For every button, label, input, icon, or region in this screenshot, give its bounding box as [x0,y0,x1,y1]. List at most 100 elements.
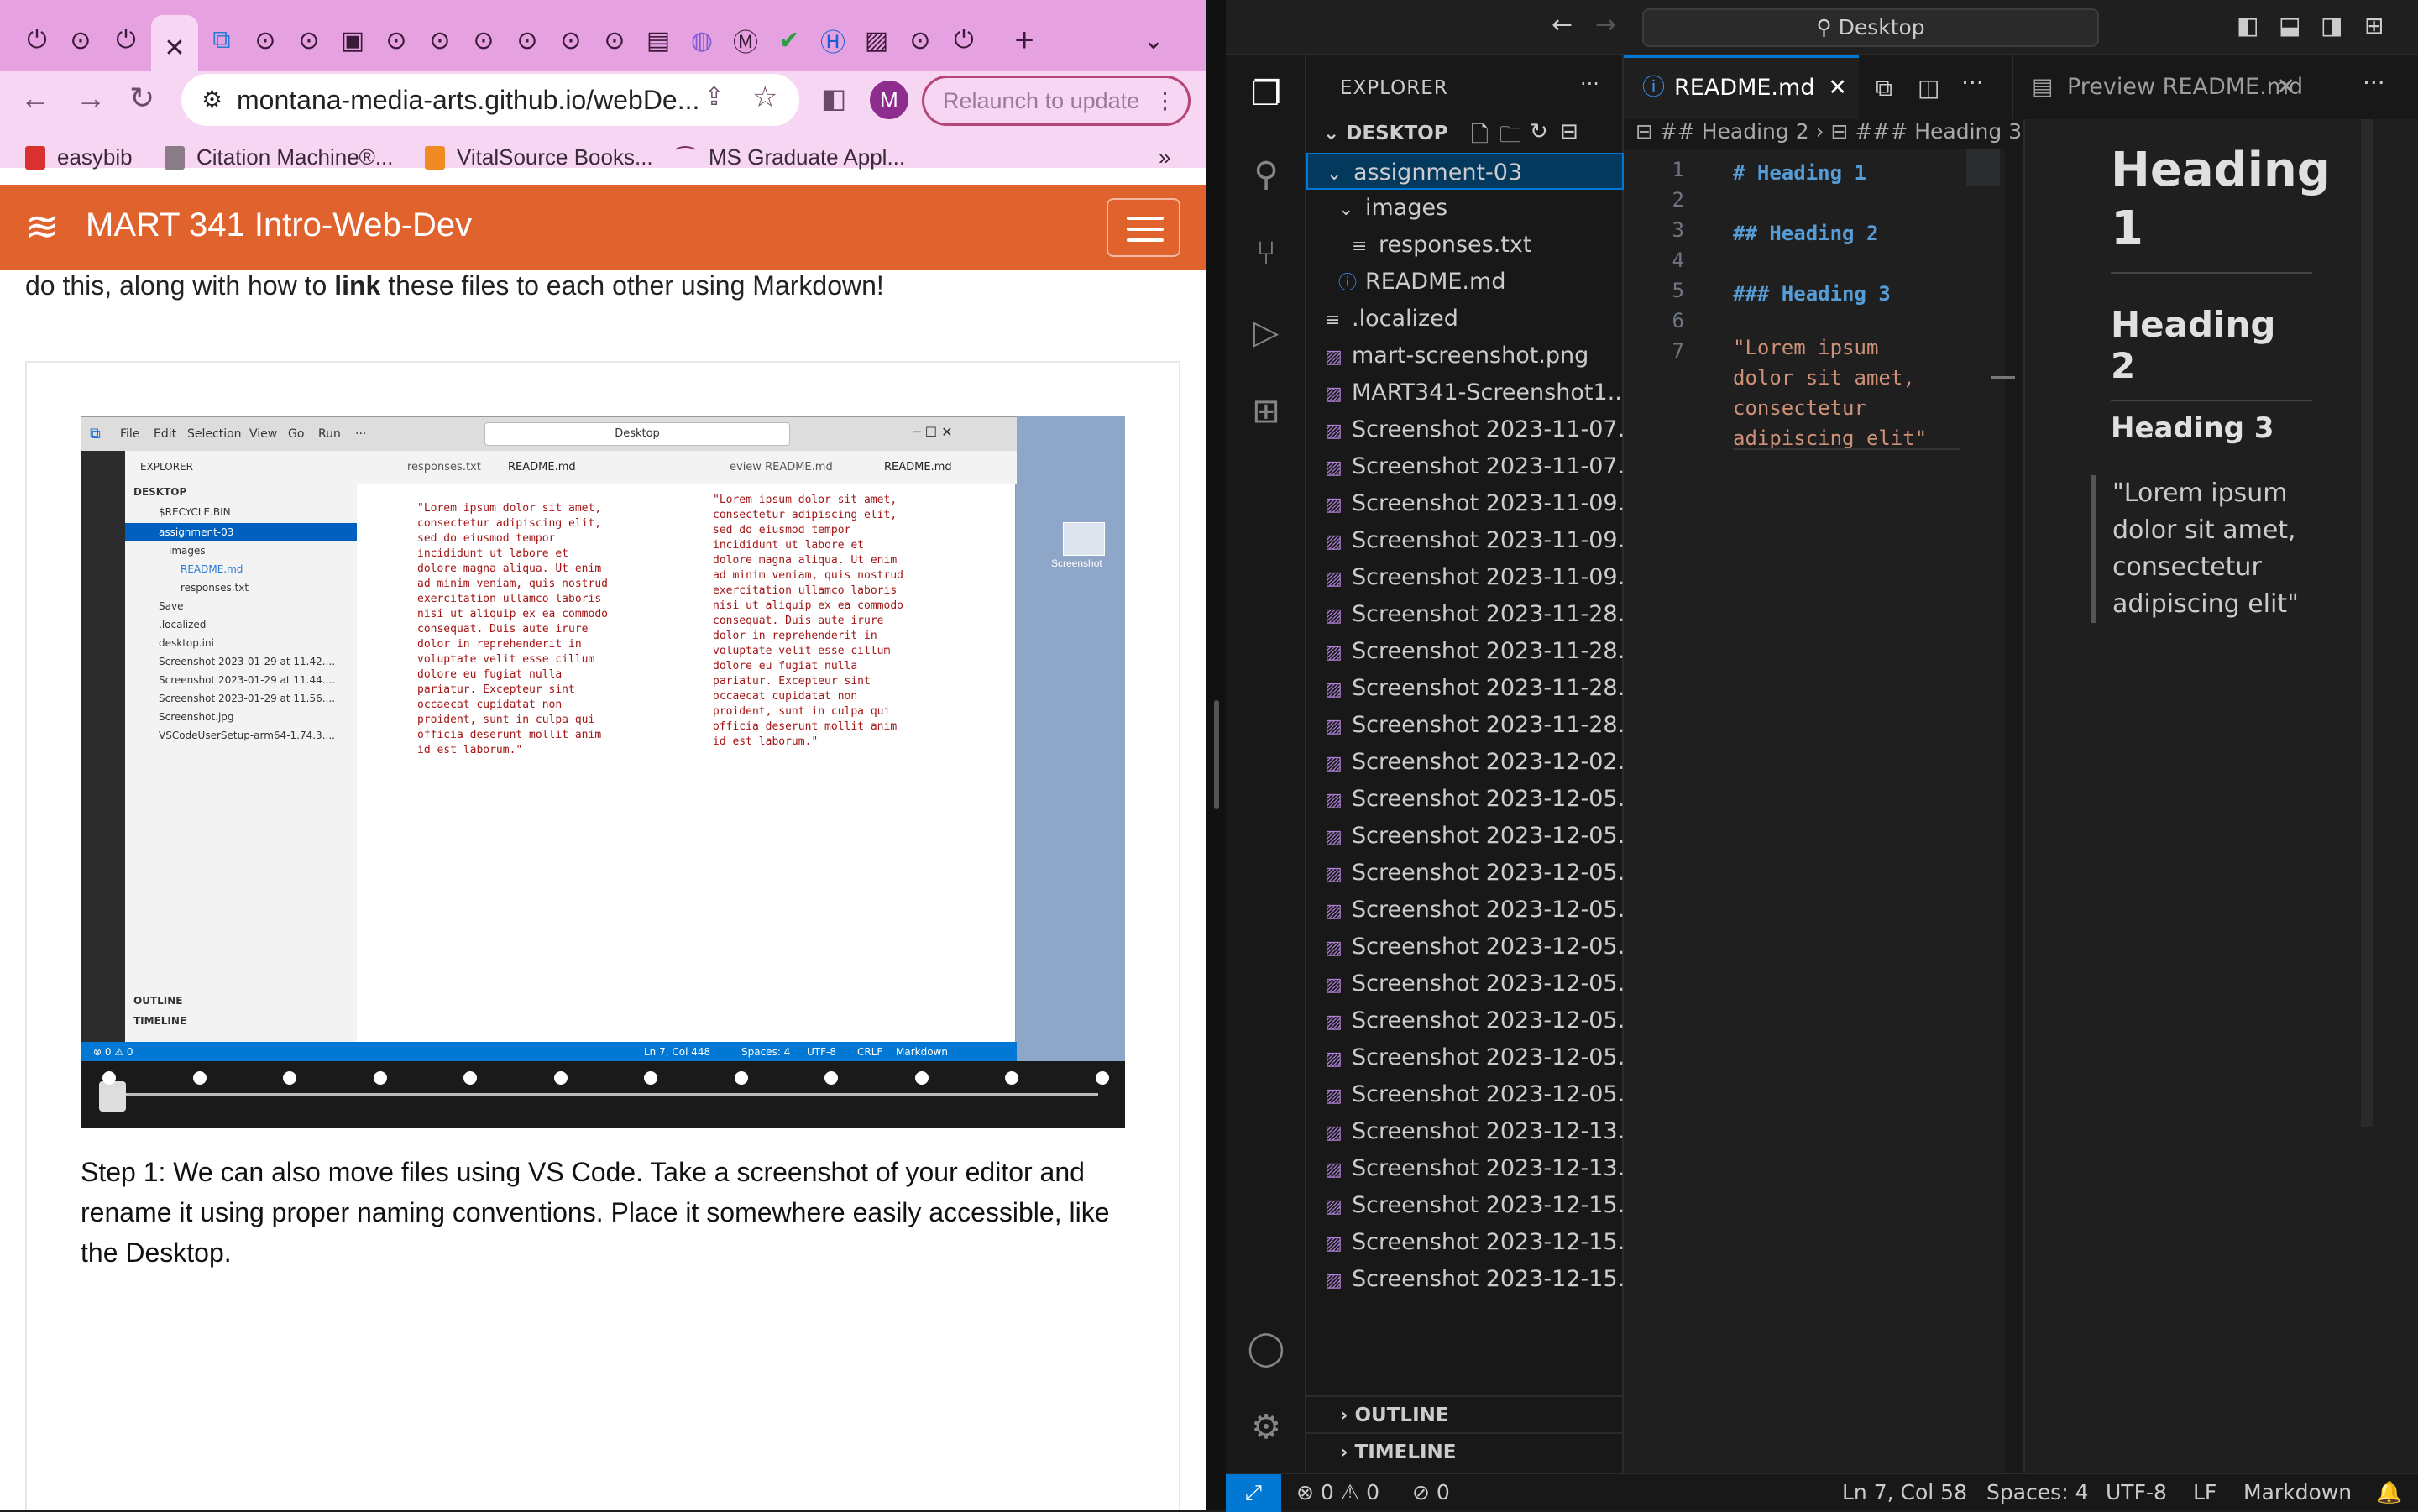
accounts-icon[interactable]: ◯ [1244,1326,1288,1370]
tree-file[interactable]: ▨ mart-screenshot.png [1306,337,1624,374]
manage-gear-icon[interactable]: ⚙ [1244,1405,1288,1449]
customize-layout-icon[interactable]: ⊞ [2364,12,2384,39]
tree-file[interactable]: ▨ Screenshot 2023-11-09... [1306,522,1624,559]
carousel-dot[interactable] [192,1071,207,1085]
tree-file[interactable]: ≡ responses.txt [1306,227,1624,264]
side-panel-icon[interactable]: ◧ [821,82,846,114]
minimap[interactable] [1966,149,2000,186]
new-file-icon[interactable]: 🗋 [1471,119,1489,156]
close-tab-icon[interactable]: ✕ [2276,55,2295,119]
tree-file[interactable]: ▨ Screenshot 2023-12-15... [1306,1187,1624,1224]
tree-file[interactable]: ▨ MART341-Screenshot1.... [1306,374,1624,411]
tree-file[interactable]: ▨ Screenshot 2023-12-05... [1306,965,1624,1002]
refresh-icon[interactable]: ↻ [1530,119,1548,144]
carousel-dot[interactable] [102,1071,116,1085]
share-icon[interactable]: ⇪ [704,82,725,112]
tree-folder[interactable]: ⌄ assignment-03 [1306,153,1624,190]
tab-markdown-icon[interactable]: ▣ [332,18,373,62]
tab-github-icon[interactable]: ⊙ [463,18,504,62]
bookmarks-overflow-icon[interactable]: » [1159,144,1170,170]
toggle-panel-icon[interactable]: ⬓ [2279,12,2300,39]
tree-file[interactable]: ▨ Screenshot 2023-12-13... [1306,1150,1624,1187]
tab-power-icon[interactable]: ⏻ [944,18,984,62]
tab-github-icon[interactable]: ⊙ [507,18,547,62]
tab-github-icon[interactable]: ⊙ [594,18,635,62]
breadcrumb-heading-2[interactable]: ## Heading 2 [1660,119,1809,144]
tab-h-icon[interactable]: Ⓗ [813,18,853,62]
tree-file[interactable]: ▨ Screenshot 2023-11-09... [1306,559,1624,596]
carousel-dot[interactable] [734,1071,748,1085]
tab-power-icon[interactable]: ⏻ [106,18,146,62]
close-tab-icon[interactable]: ✕ [1828,58,1847,118]
desktop-folder-header[interactable]: ⌄ DESKTOP [1323,123,1448,144]
bookmark-citation-machine[interactable]: Citation Machine®... [165,144,393,170]
tree-file[interactable]: ≡ .localized [1306,301,1624,337]
tree-file[interactable]: ▨ Screenshot 2023-12-05... [1306,1039,1624,1076]
tab-power-icon[interactable]: ⏻ [17,18,57,62]
explorer-icon[interactable]: ❐ [1244,72,1288,116]
preview-more-icon[interactable]: ··· [2363,69,2385,97]
search-icon[interactable]: ⚲ [1244,153,1288,196]
tree-file[interactable]: ▨ Screenshot 2023-12-05... [1306,1076,1624,1113]
bookmark-vitalsource[interactable]: VitalSource Books... [425,144,653,170]
tree-file[interactable]: ▨ Screenshot 2023-11-28... [1306,633,1624,670]
bookmark-ms-graduate[interactable]: ⁀ MS Graduate Appl... [677,144,905,171]
bookmark-star-icon[interactable]: ☆ [752,81,777,114]
tree-file[interactable]: ▨ Screenshot 2023-11-28... [1306,670,1624,707]
extensions-icon[interactable]: ⊞ [1244,390,1288,433]
tree-file[interactable]: ▨ Screenshot 2023-11-07... [1306,448,1624,485]
remote-indicator-icon[interactable]: ⤢ [1226,1474,1281,1512]
tab-vscode-icon[interactable]: ⧉ [202,18,242,62]
breadcrumb-heading-3[interactable]: ### Heading 3 [1855,119,2022,144]
tree-file[interactable]: ▨ Screenshot 2023-12-05... [1306,892,1624,929]
tree-file[interactable]: ▨ Screenshot 2023-12-05... [1306,929,1624,965]
status-indentation[interactable]: Spaces: 4 [1986,1474,2088,1510]
tree-file[interactable]: ▨ Screenshot 2023-12-13... [1306,1113,1624,1150]
nav-back-icon[interactable]: ← [1552,10,1573,39]
tree-file[interactable]: ▨ Screenshot 2023-12-15... [1306,1261,1624,1298]
carousel-dot[interactable] [1005,1071,1018,1085]
tree-file[interactable]: ▨ Screenshot 2023-12-05... [1306,781,1624,818]
nav-forward-icon[interactable]: → [1595,10,1616,39]
run-debug-icon[interactable]: ▷ [1244,311,1288,354]
carousel-dot[interactable] [373,1071,387,1085]
carousel-dot[interactable] [553,1071,568,1085]
tree-file[interactable]: ▨ Screenshot 2023-11-28... [1306,596,1624,633]
tab-preview-readme[interactable]: ▤ Preview README.md ✕ [2012,55,2305,119]
tree-file[interactable]: ▨ Screenshot 2023-11-28... [1306,707,1624,744]
split-editor-icon[interactable]: ◫ [1918,74,1939,102]
status-cursor-position[interactable]: Ln 7, Col 58 [1842,1474,1967,1510]
relaunch-button[interactable]: Relaunch to update ⋮ [922,76,1191,126]
tab-check-icon[interactable]: ✔ [769,18,809,62]
tab-github-icon[interactable]: ⊙ [420,18,460,62]
back-icon[interactable]: ← [20,81,50,116]
reload-icon[interactable]: ↻ [129,81,154,116]
toggle-secondary-sidebar-icon[interactable]: ◨ [2321,12,2342,39]
tab-image-icon[interactable]: ▨ [856,18,897,62]
toggle-primary-sidebar-icon[interactable]: ◧ [2237,12,2258,39]
tree-folder[interactable]: ⌄ images [1306,190,1624,227]
carousel-dot[interactable] [914,1071,929,1085]
source-control-icon[interactable]: ⑂ [1244,232,1288,275]
site-title[interactable]: MART 341 Intro-Web-Dev [86,207,472,244]
status-eol[interactable]: LF [2193,1474,2216,1510]
editor-more-icon[interactable]: ··· [1961,69,1984,97]
tab-github-icon[interactable]: ⊙ [900,18,940,62]
tree-file[interactable]: ▨ Screenshot 2023-11-09... [1306,485,1624,522]
bookmark-easybib[interactable]: easybib [25,144,133,170]
tab-github-icon[interactable]: ⊙ [289,18,329,62]
status-ports[interactable]: ⊘ 0 [1412,1474,1450,1510]
tree-file[interactable]: ▨ Screenshot 2023-12-05... [1306,818,1624,855]
tree-file[interactable]: ▨ Screenshot 2023-11-07... [1306,411,1624,448]
tab-readme[interactable]: ⓘ README.md ✕ [1624,55,1859,119]
forward-icon[interactable]: → [76,81,106,116]
status-problems[interactable]: ⊗ 0 ⚠ 0 [1296,1474,1379,1510]
tab-github-icon[interactable]: ⊙ [376,18,416,62]
tab-m-icon[interactable]: Ⓜ [725,18,766,62]
status-encoding[interactable]: UTF-8 [2106,1474,2167,1510]
tab-document-icon[interactable]: ▤ [638,18,678,62]
tree-file[interactable]: ▨ Screenshot 2023-12-05... [1306,1002,1624,1039]
tree-file[interactable]: ▨ Screenshot 2023-12-15... [1306,1224,1624,1261]
carousel-dot[interactable] [283,1071,296,1085]
split-handle[interactable] [1214,700,1219,809]
